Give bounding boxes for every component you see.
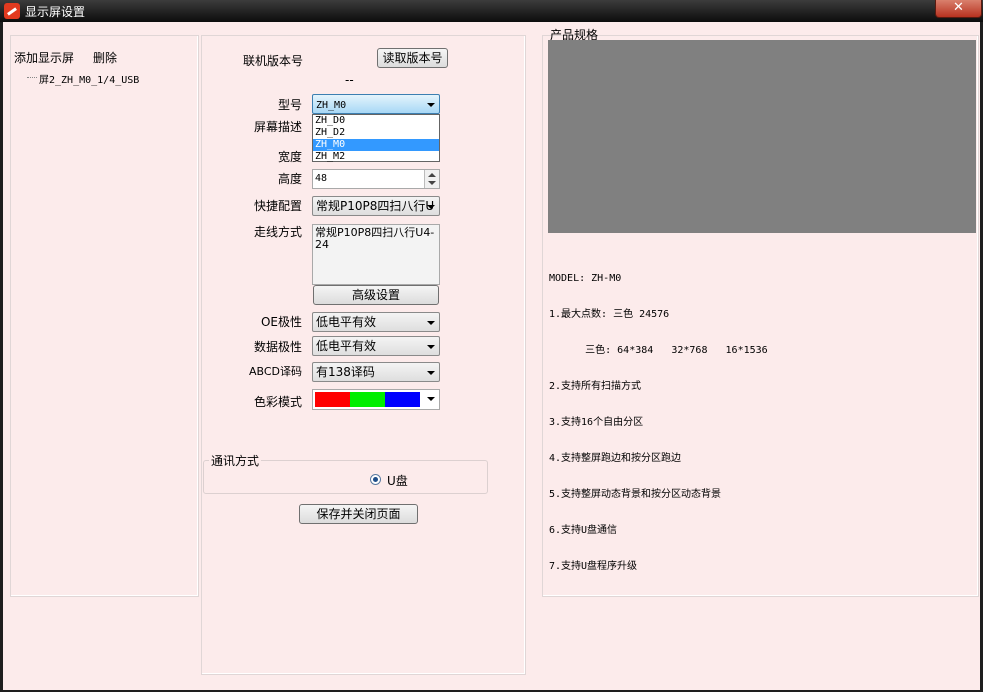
model-option-selected[interactable]: ZH_M0 bbox=[313, 139, 439, 151]
tree-connector bbox=[27, 77, 37, 78]
chevron-down-icon bbox=[427, 397, 435, 401]
chevron-down-icon bbox=[427, 205, 435, 209]
spec-line: 3.支持16个自由分区 bbox=[549, 417, 644, 428]
read-version-button[interactable]: 读取版本号 bbox=[377, 48, 448, 68]
abcd-decode-select[interactable]: 有138译码 bbox=[312, 362, 440, 382]
oe-polarity-value: 低电平有效 bbox=[316, 315, 377, 329]
data-polarity-select[interactable]: 低电平有效 bbox=[312, 336, 440, 356]
data-polarity-value: 低电平有效 bbox=[316, 339, 377, 353]
model-option[interactable]: ZH_M2 bbox=[313, 151, 439, 163]
tree-item-screen[interactable]: 屏2_ZH_M0_1/4_USB bbox=[39, 71, 139, 86]
oe-polarity-select[interactable]: 低电平有效 bbox=[312, 312, 440, 332]
spin-down-icon[interactable] bbox=[428, 181, 436, 185]
wiring-label: 走线方式 bbox=[253, 225, 302, 239]
add-screen-button[interactable]: 添加显示屏 bbox=[14, 49, 74, 66]
spec-line: 4.支持整屏跑边和按分区跑边 bbox=[549, 453, 682, 464]
oe-polarity-label: OE极性 bbox=[260, 315, 302, 329]
color-swatches bbox=[315, 392, 420, 407]
spec-line: MODEL: ZH-M0 bbox=[549, 273, 622, 284]
spec-line: 2.支持所有扫描方式 bbox=[549, 381, 642, 392]
save-close-button[interactable]: 保存并关闭页面 bbox=[299, 504, 418, 524]
color-swatch bbox=[315, 392, 350, 407]
spec-line: 6.支持U盘通信 bbox=[549, 525, 618, 536]
chevron-down-icon bbox=[427, 321, 435, 325]
abcd-decode-value: 有138译码 bbox=[316, 365, 375, 379]
height-value: 48 bbox=[315, 173, 328, 184]
abcd-decode-label: ABCD译码 bbox=[248, 365, 302, 378]
data-polarity-label: 数据极性 bbox=[253, 340, 302, 354]
model-select-value: ZH_M0 bbox=[316, 100, 347, 111]
color-swatch bbox=[385, 392, 420, 407]
model-select[interactable]: ZH_M0 bbox=[312, 94, 440, 114]
screen-list-panel: 添加显示屏 删除 屏2_ZH_M0_1/4_USB bbox=[10, 35, 199, 597]
model-option[interactable]: ZH_D2 bbox=[313, 127, 439, 139]
height-input[interactable]: 48 bbox=[312, 169, 440, 189]
comm-group-label: 通讯方式 bbox=[209, 452, 262, 469]
height-spinner[interactable] bbox=[424, 170, 439, 188]
usb-option-label: U盘 bbox=[387, 474, 408, 488]
spec-line: 7.支持U盘程序升级 bbox=[549, 561, 638, 572]
chevron-down-icon bbox=[427, 371, 435, 375]
radio-dot-icon bbox=[373, 477, 378, 482]
title-bar: 显示屏设置 ✕ bbox=[0, 0, 983, 22]
wiring-textbox[interactable]: 常规P10P8四扫八行U4-24 bbox=[312, 224, 440, 285]
width-label: 宽度 bbox=[277, 150, 302, 164]
chevron-down-icon bbox=[427, 345, 435, 349]
usb-radio[interactable] bbox=[370, 474, 381, 485]
color-swatch bbox=[350, 392, 385, 407]
spec-line: 5.支持整屏动态背景和按分区动态背景 bbox=[549, 489, 722, 500]
delete-button[interactable]: 删除 bbox=[93, 49, 117, 66]
spin-up-icon[interactable] bbox=[428, 173, 436, 177]
screen-desc-label: 屏幕描述 bbox=[253, 120, 302, 134]
quick-config-select[interactable]: 常规P10P8四扫八行U bbox=[312, 196, 440, 216]
model-option[interactable]: ZH_D0 bbox=[313, 115, 439, 127]
quick-config-label: 快捷配置 bbox=[253, 199, 302, 213]
quick-config-value: 常规P10P8四扫八行U bbox=[316, 199, 435, 213]
version-value: -- bbox=[345, 73, 354, 87]
app-icon bbox=[4, 3, 20, 19]
spec-line: 1.最大点数: 三色 24576 bbox=[549, 309, 670, 320]
online-version-label: 联机版本号 bbox=[243, 54, 304, 68]
color-mode-select[interactable] bbox=[312, 389, 440, 410]
color-mode-label: 色彩模式 bbox=[253, 395, 302, 409]
advanced-settings-button[interactable]: 高级设置 bbox=[313, 285, 439, 305]
model-label: 型号 bbox=[277, 98, 302, 112]
product-image bbox=[548, 40, 976, 233]
window-title: 显示屏设置 bbox=[25, 5, 86, 19]
spec-text: MODEL: ZH-M0 1.最大点数: 三色 24576 三色: 64*384… bbox=[549, 249, 969, 597]
chevron-down-icon bbox=[427, 103, 435, 107]
close-button[interactable]: ✕ bbox=[935, 0, 982, 18]
height-label: 高度 bbox=[277, 172, 302, 186]
model-dropdown-list: ZH_D0 ZH_D2 ZH_M0 ZH_M2 bbox=[312, 114, 440, 162]
spec-line: 三色: 64*384 32*768 16*1536 bbox=[549, 345, 768, 356]
window-client: 添加显示屏 删除 屏2_ZH_M0_1/4_USB 联机版本号 读取版本号 --… bbox=[3, 22, 980, 690]
